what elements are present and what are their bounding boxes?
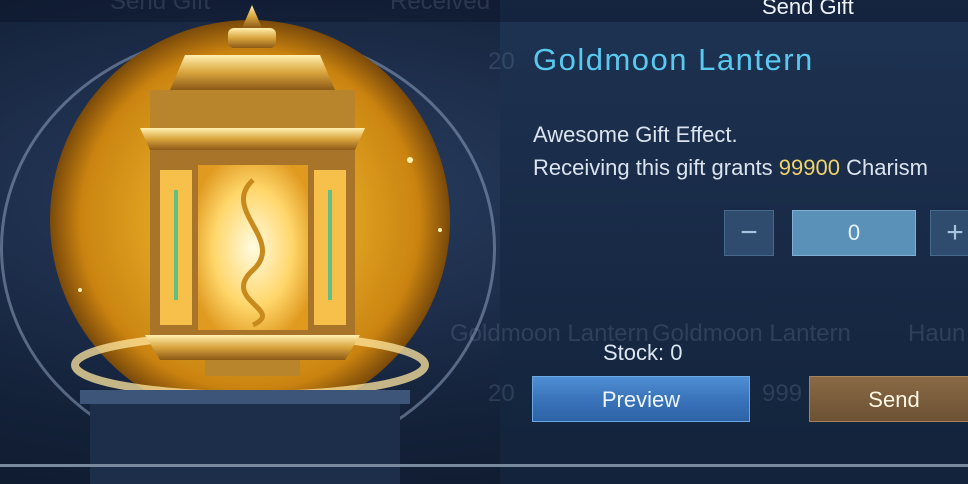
stock-count: Stock: 0 (603, 340, 683, 365)
charisma-value: 99900 (778, 155, 840, 180)
bottom-divider (0, 464, 968, 467)
quantity-plus-button[interactable]: + (930, 210, 968, 256)
plus-icon: + (946, 216, 964, 249)
goldmoon-lantern-image (50, 5, 450, 484)
gift-grant-text: Receiving this gift grants 99900 Charism (533, 155, 928, 181)
bg-price-3: 999 (762, 380, 803, 407)
quantity-input[interactable]: 0 (792, 210, 916, 256)
gift-name: Goldmoon Lantern (533, 42, 814, 77)
quantity-minus-button[interactable]: − (724, 210, 774, 256)
grant-prefix: Receiving this gift grants (533, 155, 779, 180)
minus-icon: − (740, 216, 758, 249)
send-button[interactable]: Send (809, 376, 968, 422)
bg-item-name-3: Haun (908, 320, 966, 347)
grant-suffix: Charism (839, 155, 928, 180)
send-gift-title: Send Gift (762, 0, 854, 19)
preview-button[interactable]: Preview (532, 376, 750, 422)
gift-effect-text: Awesome Gift Effect. (533, 122, 738, 147)
